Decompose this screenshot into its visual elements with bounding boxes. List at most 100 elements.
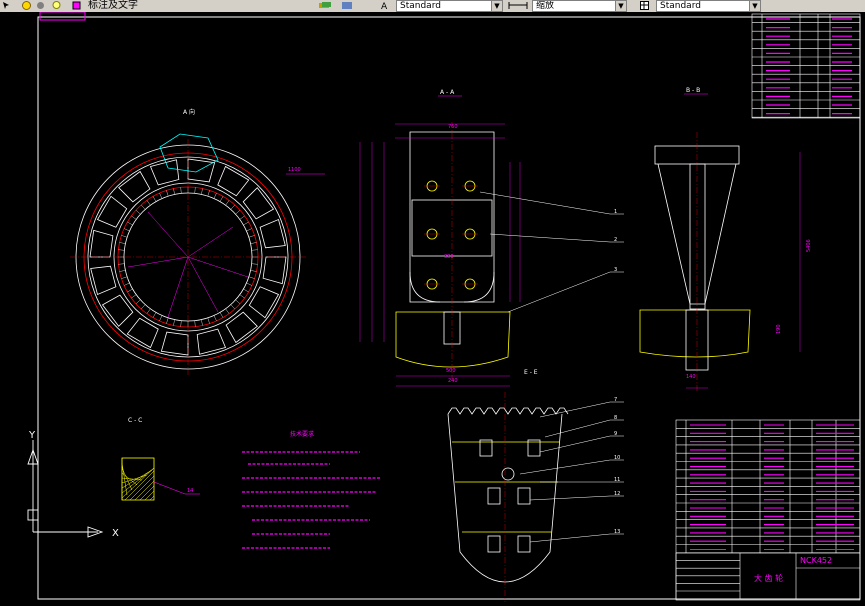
balloon-number: 1: [614, 209, 617, 215]
ucs-icon: Y X: [27, 430, 119, 539]
gear-tooth: [207, 190, 210, 197]
gear-tooth: [219, 196, 224, 202]
gear-tooth: [194, 320, 196, 327]
gear-tooth: [173, 319, 175, 326]
tooth-profile: [447, 407, 569, 415]
dimension-leader: [187, 226, 234, 258]
gear-tooth: [121, 235, 128, 238]
chevron-down-icon[interactable]: ▼: [491, 1, 502, 11]
section-aa: A - A 760 380 500 240: [359, 89, 521, 387]
gear-tooth: [243, 221, 249, 226]
section-bb-label: B - B: [686, 87, 700, 94]
svg-text:A: A: [381, 2, 388, 10]
hatch-line: [134, 480, 155, 501]
gear-tooth: [152, 196, 157, 202]
chevron-down-icon[interactable]: ▼: [615, 1, 626, 11]
gear-web-pocket: [90, 265, 117, 296]
section-ee-label: E - E: [524, 369, 538, 376]
gear-tooth: [166, 317, 169, 324]
web-center: [689, 163, 706, 310]
gear-web-pocket: [118, 170, 151, 203]
text-style-icon[interactable]: A: [380, 1, 389, 10]
balloon-number: 8: [614, 415, 617, 421]
gear-tooth: [201, 319, 203, 326]
section-aa-label: A - A: [440, 89, 455, 96]
gear-tooth: [213, 193, 217, 199]
arrow-icon[interactable]: [2, 1, 11, 10]
gear-tooth: [146, 200, 151, 206]
balloon-number: 12: [614, 491, 620, 497]
gear-web-pocket: [259, 218, 286, 249]
part-no-14: 14: [187, 488, 193, 494]
dim-d8: 1100: [288, 167, 301, 173]
parts-list-frame: [675, 419, 861, 601]
section-cc: C - C 14: [121, 417, 200, 501]
balloon-leader: [529, 533, 611, 543]
gear-web-pocket: [149, 159, 180, 186]
gear-web-pocket: [101, 294, 134, 327]
chevron-down-icon[interactable]: ▼: [749, 1, 760, 11]
gear-icon[interactable]: [36, 1, 45, 10]
dimension-leader: [147, 211, 189, 258]
gear-tooth: [207, 317, 210, 324]
gear-tooth: [173, 188, 175, 195]
balloon-leader: [489, 233, 611, 243]
gear-tooth: [230, 204, 235, 210]
balloon-number: 13: [614, 529, 620, 535]
gear-tooth: [127, 221, 133, 226]
table-style-select[interactable]: Standard ▼: [656, 0, 761, 12]
gear-tooth: [119, 242, 126, 244]
dim-scale-icon[interactable]: [508, 1, 528, 10]
layer-color-icon[interactable]: [72, 1, 81, 10]
part-balloons: 12378910111213: [479, 191, 624, 543]
gear-web-pocket: [225, 311, 258, 344]
parts-list-bottom: 大 齿 轮 NCK452: [675, 419, 861, 601]
corner-tag: [39, 12, 86, 21]
lightbulb-icon[interactable]: [52, 1, 61, 10]
gear-tooth: [166, 190, 169, 197]
table-style-icon[interactable]: [640, 1, 649, 10]
balloon-number: 9: [614, 431, 617, 437]
gear-tooth: [159, 193, 163, 199]
bolt: [487, 487, 501, 505]
dim-style-label: 标注及文字: [88, 0, 138, 11]
smile-icon[interactable]: [22, 1, 31, 10]
balloon-leader: [529, 495, 611, 501]
gear-tooth: [219, 312, 224, 318]
gear-tooth: [135, 299, 141, 304]
dim-d1: 760: [448, 124, 458, 130]
gear-tooth: [246, 282, 252, 286]
gear-tooth: [230, 304, 235, 310]
gear-tooth: [246, 228, 252, 232]
gear-web-pocket: [242, 187, 275, 220]
gear-tooth: [131, 294, 137, 299]
gear-view-a: A 向 1100: [70, 108, 325, 375]
gear-tooth: [146, 308, 151, 314]
dimension-leader: [167, 256, 189, 318]
gear-tooth: [152, 312, 157, 318]
balloon-number: 7: [614, 397, 617, 403]
ucs-x-label: X: [112, 528, 119, 539]
balloon-leader: [507, 271, 611, 313]
gear-tooth: [124, 228, 130, 232]
gear-tooth: [118, 263, 125, 265]
technical-requirements: 技术要求: [242, 430, 380, 549]
stack-icon[interactable]: [340, 1, 354, 10]
ucs-y-label: Y: [28, 430, 36, 441]
gear-tooth: [131, 215, 137, 220]
gear-tooth: [239, 215, 245, 220]
drawing-canvas[interactable]: A 向 1100 A - A 760 380 500 240 B - B 140…: [0, 12, 865, 606]
gear-tooth: [225, 200, 230, 206]
section-bb: B - B 140 5406 190: [639, 87, 812, 392]
title-block-code: NCK452: [800, 556, 832, 565]
gear-tooth: [180, 187, 182, 194]
hatch-line: [129, 475, 155, 501]
gear-tooth: [180, 320, 182, 327]
bolt: [517, 487, 531, 505]
cad-drawing: A 向 1100 A - A 760 380 500 240 B - B 140…: [27, 12, 861, 602]
text-style-select[interactable]: Standard ▼: [396, 0, 503, 12]
layers-icon[interactable]: [318, 1, 332, 10]
section-rim: [395, 311, 511, 368]
scale-select[interactable]: 缩放 ▼: [532, 0, 627, 12]
hatch-line: [121, 467, 155, 499]
